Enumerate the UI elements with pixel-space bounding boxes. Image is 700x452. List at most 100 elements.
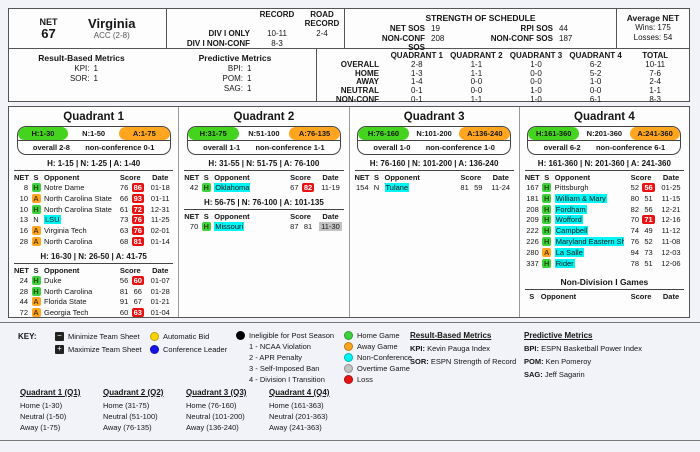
site-col-header: S — [541, 172, 553, 183]
game-row: 154NTulane815911-24 — [355, 183, 514, 194]
opponent-net-rank: 13 — [14, 215, 30, 226]
quadrant-nonconf-record: non-conference 0-1 — [85, 143, 154, 152]
score-col-header: Score — [284, 211, 318, 222]
team-score: 76 — [624, 237, 639, 248]
opponent-name[interactable]: Tulane — [385, 183, 410, 192]
neutral-range-pill: N:1-50 — [68, 127, 119, 140]
quadrant-title: Quadrant 3 — [355, 111, 514, 123]
team-score: 81 — [113, 287, 128, 298]
game-table: NETSOpponentScoreDate42HOklahoma678211-1… — [184, 170, 343, 194]
group-range-header: H: 56-75 | N: 76-100 | A: 101-135 — [184, 198, 343, 207]
opponent-name[interactable]: Georgia Tech — [44, 308, 88, 317]
quadrant-definition-line: Neutral (101-200) — [186, 411, 258, 422]
opponent-name[interactable]: Rider — [555, 259, 575, 268]
opponent-name[interactable]: Virginia Tech — [44, 226, 87, 235]
summary-value: 6-1 — [566, 96, 626, 105]
metric-abbr: SOR: — [410, 357, 429, 366]
bpi-value: 1 — [247, 64, 261, 74]
opponent-name[interactable]: Campbell — [555, 226, 589, 235]
opponent-score: 56 — [644, 205, 652, 214]
opponent-name[interactable]: Pittsburgh — [555, 183, 589, 192]
quadrant-definition-line: Home (31-75) — [103, 400, 175, 411]
opponent-name[interactable]: Maryland Eastern Shore — [555, 237, 624, 246]
opponent-score: 49 — [644, 226, 652, 235]
game-table-header: NETSOpponentScoreDate — [525, 172, 684, 183]
quadrant-definition-line: Away (1-75) — [20, 422, 92, 433]
div1-only-label: DIV I ONLY — [167, 29, 255, 38]
quadrant-column-2: Quadrant 2H:31-75N:51-100A:76-135overall… — [179, 107, 349, 317]
opponent-name[interactable]: North Carolina State — [44, 194, 112, 203]
strength-of-schedule-cell: STRENGTH OF SCHEDULE NET SOS 19 RPI SOS … — [345, 9, 617, 48]
away-range-pill: A:1-75 — [119, 127, 170, 140]
score-col-header: Score — [113, 265, 147, 276]
score-col-header: Score — [624, 291, 658, 302]
site-badge: A — [542, 248, 551, 257]
key-text: Home Game — [357, 331, 400, 340]
site-badge: H — [32, 287, 41, 296]
key-text: Non-Conference — [357, 353, 412, 362]
divider-line-bottom — [0, 440, 700, 441]
opponent-name[interactable]: Wofford — [555, 215, 583, 224]
key-text: Overtime Game — [357, 364, 410, 373]
game-row: 280ALa Salle947312-03 — [525, 248, 684, 259]
opponent-name[interactable]: La Salle — [555, 248, 584, 257]
net-label: NET — [40, 17, 58, 27]
game-row: 10HNorth Carolina State617212-31 — [14, 205, 173, 216]
game-date: 01-28 — [151, 287, 170, 296]
group-range-header: H: 31-55 | N: 51-75 | A: 76-100 — [184, 159, 343, 168]
opponent-net-rank: 70 — [184, 222, 200, 233]
opponent-score: 51 — [644, 194, 652, 203]
team-score: 56 — [113, 276, 128, 287]
key-section-title: Result-Based Metrics — [410, 330, 516, 343]
team-score: 87 — [284, 222, 299, 233]
opponent-name[interactable]: Notre Dame — [44, 183, 84, 192]
neutral-range-pill: N:201-360 — [579, 127, 630, 140]
opponent-name[interactable]: Oklahoma — [214, 183, 250, 192]
opponent-name[interactable]: LSU — [44, 215, 61, 224]
key-predictive-metric-definitions: Predictive MetricsBPI: ESPN Basketball P… — [524, 330, 642, 382]
game-date: 11-25 — [151, 215, 170, 224]
net-col-header: NET — [184, 172, 200, 183]
game-date: 11-12 — [662, 226, 681, 235]
average-net-title: Average NET — [617, 13, 689, 23]
home-game-dot-icon — [344, 331, 353, 340]
quadrant-definition-line: Neutral (51-100) — [103, 411, 175, 422]
date-col-header: Date — [488, 172, 514, 183]
quadrants-section: Quadrant 1H:1-30N:1-50A:1-75overall 2-8n… — [8, 106, 690, 318]
key-text: Maximize Team Sheet — [68, 345, 142, 354]
site-badge: H — [32, 276, 41, 285]
opponent-name[interactable]: Florida State — [44, 297, 87, 306]
key-text: Minimize Team Sheet — [68, 332, 140, 341]
date-col-header: Date — [658, 172, 684, 183]
opponent-name[interactable]: Missouri — [214, 222, 244, 231]
game-row: 28ANorth Carolina688101-14 — [14, 237, 173, 248]
summary-value: 1-1 — [447, 96, 507, 105]
team-score: 76 — [113, 183, 128, 194]
game-date: 01-18 — [151, 183, 170, 192]
opponent-net-rank: 222 — [525, 226, 541, 237]
quadrant-title: Quadrant 4 — [525, 111, 684, 123]
opponent-name[interactable]: North Carolina — [44, 237, 92, 246]
game-date: 01-25 — [661, 183, 680, 192]
opponent-name[interactable]: North Carolina State — [44, 205, 112, 214]
site-badge: A — [32, 226, 41, 235]
opponent-score: 71 — [642, 215, 654, 224]
opponent-name[interactable]: North Carolina — [44, 287, 92, 296]
quadrant-definition-line: Home (161-363) — [269, 400, 341, 411]
game-date: 02-01 — [151, 226, 170, 235]
team-name-block: Virginia ACC (2-8) — [88, 17, 135, 41]
maximize-team-sheet-icon: + — [55, 345, 64, 354]
div1-nonconf-record: 8-3 — [255, 39, 299, 48]
ineligible-reason: 2 - APR Penalty — [236, 352, 334, 363]
opponent-name[interactable]: William & Mary — [555, 194, 607, 203]
result-metrics-title: Result-Based Metrics — [9, 53, 154, 64]
site-badge: H — [542, 183, 551, 192]
net-rank-value: 67 — [40, 27, 58, 41]
site-badge: A — [32, 308, 41, 317]
opponent-name[interactable]: Fordham — [555, 205, 587, 214]
summary-value: 8-3 — [625, 96, 685, 105]
date-col-header: Date — [318, 172, 344, 183]
quadrant-column-3: Quadrant 3H:76-160N:101-200A:136-240over… — [350, 107, 520, 317]
site-badge: H — [202, 222, 211, 231]
opponent-name[interactable]: Duke — [44, 276, 62, 285]
